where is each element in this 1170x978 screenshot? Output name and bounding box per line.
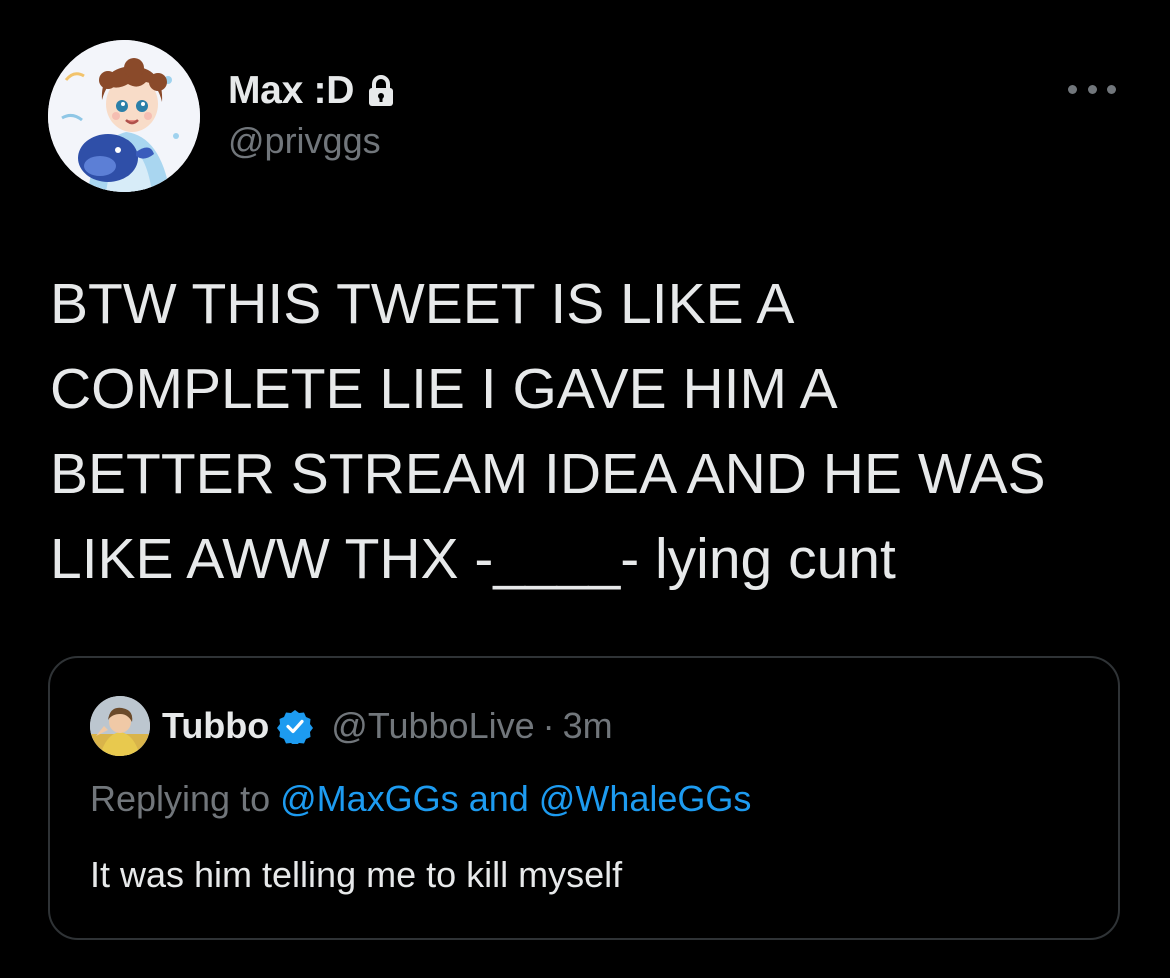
- replying-to-line: Replying to @MaxGGs and @WhaleGGs: [90, 778, 751, 820]
- quoted-handle[interactable]: @TubboLive: [331, 705, 534, 747]
- separator-dot: ·: [542, 705, 555, 746]
- author-display-name[interactable]: Max :D: [228, 69, 354, 113]
- quoted-timestamp[interactable]: 3m: [563, 705, 613, 747]
- author-handle[interactable]: @privggs: [228, 120, 381, 162]
- author-name-row[interactable]: Max :D: [228, 66, 396, 116]
- person-avatar-icon: [90, 696, 150, 756]
- replying-to-label: Replying to: [90, 778, 271, 819]
- tweet-text: BTW THIS TWEET IS LIKE A COMPLETE LIE I …: [50, 262, 1140, 602]
- dot-icon: [1087, 84, 1097, 94]
- quoted-tweet-card[interactable]: Tubbo @TubboLive · 3m Replying to @MaxGG…: [48, 656, 1120, 940]
- cartoon-avatar-icon: [48, 40, 200, 192]
- tweet-text-line: BTW THIS TWEET IS LIKE A: [50, 272, 795, 336]
- quoted-header: Tubbo @TubboLive · 3m: [162, 702, 613, 750]
- lock-icon: [366, 74, 396, 108]
- dot-icon: [1068, 84, 1077, 94]
- verified-badge-icon: [277, 708, 314, 746]
- tweet-text-line: COMPLETE LIE I GAVE HIM A: [50, 357, 838, 421]
- and-text: and: [468, 778, 529, 819]
- quoted-display-name[interactable]: Tubbo: [162, 705, 269, 747]
- mention-link[interactable]: @MaxGGs: [280, 778, 459, 819]
- quoted-avatar[interactable]: [90, 696, 150, 756]
- avatar[interactable]: [48, 40, 200, 192]
- dot-icon: [1107, 84, 1116, 94]
- tweet-text-line: LIKE AWW THX -____- lying cunt: [50, 527, 896, 591]
- quoted-tweet-text: It was him telling me to kill myself: [90, 854, 623, 895]
- more-options-icon[interactable]: [1068, 76, 1116, 102]
- tweet-text-line: BETTER STREAM IDEA AND HE WAS: [50, 442, 1046, 506]
- mention-link[interactable]: @WhaleGGs: [539, 778, 752, 819]
